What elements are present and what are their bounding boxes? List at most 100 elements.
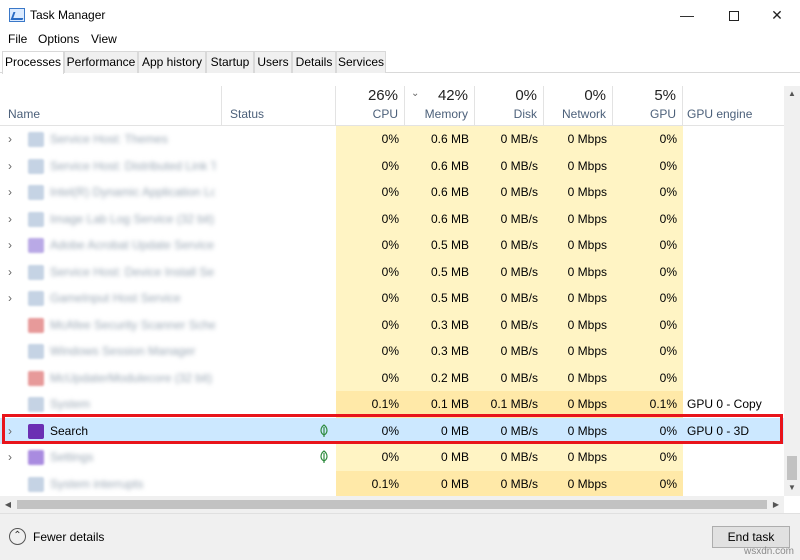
process-name: McAfee Security Scanner Sched... (50, 317, 215, 332)
process-row[interactable]: › GameInput Host Service 0% 0.5 MB 0 MB/… (0, 285, 784, 312)
minimize-button[interactable]: — (664, 0, 710, 30)
process-row[interactable]: System interrupts 0.1% 0 MB 0 MB/s 0 Mbp… (0, 470, 784, 497)
memory-value: 0.5 MB (405, 232, 475, 259)
gpu-value: 0% (613, 444, 683, 471)
process-icon (28, 476, 44, 492)
process-name: Windows Session Manager (50, 344, 196, 358)
chevron-up-icon[interactable]: ⌃ (9, 528, 26, 545)
tab-app-history[interactable]: App history (138, 51, 206, 73)
close-button[interactable]: ✕ (754, 0, 800, 30)
process-name: McUpdaterModulecore (32 bit) (50, 370, 213, 385)
gpu-value: 0% (613, 338, 683, 365)
disk-value: 0 MB/s (475, 285, 544, 312)
gpu-engine-label: GPU engine (687, 107, 753, 121)
process-row[interactable]: › Service Host: Themes 0% 0.6 MB 0 MB/s … (0, 126, 784, 153)
tab-performance[interactable]: Performance (64, 51, 138, 73)
disk-value: 0 MB/s (475, 311, 544, 338)
column-gpu[interactable]: 5% GPU (613, 86, 683, 126)
gpu-engine-value (687, 206, 784, 233)
memory-value: 0.5 MB (405, 285, 475, 312)
process-icon (28, 211, 44, 227)
process-icon (28, 185, 44, 200)
process-icon (28, 317, 44, 333)
scroll-right-icon[interactable]: ▶ (768, 496, 784, 513)
vertical-scrollbar[interactable]: ▲ ▼ (784, 86, 800, 496)
expand-chevron-icon[interactable]: › (8, 126, 12, 152)
column-gpu-engine[interactable]: GPU engine (683, 86, 784, 126)
expand-chevron-icon[interactable]: › (8, 259, 12, 285)
watermark: wsxdn.com (744, 546, 795, 557)
window-title: Task Manager (30, 8, 106, 22)
process-name: Service Host: Device Install Serv... (50, 264, 215, 279)
process-name: Settings (50, 450, 94, 464)
process-icon (28, 397, 44, 412)
column-status[interactable]: Status (222, 86, 336, 126)
network-value: 0 Mbps (544, 179, 613, 206)
cpu-label: CPU (372, 107, 398, 121)
menu-view[interactable]: View (91, 32, 117, 46)
tab-details[interactable]: Details (292, 51, 336, 73)
gpu-engine-value (687, 153, 784, 180)
gpu-engine-value (687, 126, 784, 153)
process-row[interactable]: › Adobe Acrobat Update Service (... 0% 0… (0, 232, 784, 259)
expand-chevron-icon[interactable]: › (8, 206, 12, 232)
gpu-engine-value (687, 365, 784, 392)
scroll-up-icon[interactable]: ▲ (784, 86, 800, 102)
memory-value: 0.3 MB (405, 338, 475, 365)
expand-chevron-icon[interactable]: › (8, 153, 12, 179)
process-row[interactable]: McUpdaterModulecore (32 bit) 0% 0.2 MB 0… (0, 364, 784, 392)
process-row[interactable]: › Intel(R) Dynamic Application Lo... 0% … (0, 179, 784, 206)
memory-value: 0.3 MB (405, 311, 475, 338)
expand-chevron-icon[interactable]: › (8, 232, 12, 258)
cpu-total: 26% (367, 87, 398, 104)
gpu-value: 0% (613, 470, 683, 496)
process-row[interactable]: › Service Host: Distributed Link Tr... 0… (0, 152, 784, 180)
menu-options[interactable]: Options (38, 32, 79, 46)
column-memory[interactable]: ⌄ 42% Memory (405, 86, 475, 126)
network-value: 0 Mbps (544, 152, 613, 179)
process-row[interactable]: › Settings 0% 0 MB 0 MB/s 0 Mbps 0% (0, 444, 784, 471)
memory-value: 0.6 MB (405, 126, 475, 153)
tab-processes[interactable]: Processes (2, 51, 64, 74)
fewer-details-link[interactable]: Fewer details (33, 530, 104, 544)
horizontal-scrollbar[interactable]: ◀ ▶ (0, 496, 784, 513)
gpu-engine-value (687, 471, 784, 497)
scroll-left-icon[interactable]: ◀ (0, 496, 16, 513)
horizontal-scroll-thumb[interactable] (17, 500, 767, 509)
column-name[interactable]: Name (0, 86, 222, 126)
process-icon (28, 291, 44, 306)
column-cpu[interactable]: 26% CPU (336, 86, 405, 126)
gpu-engine-value (687, 444, 784, 471)
disk-value: 0 MB/s (475, 258, 544, 285)
scroll-down-icon[interactable]: ▼ (784, 480, 800, 496)
cpu-value: 0.1% (336, 470, 405, 496)
gpu-engine-value (687, 285, 784, 312)
memory-value: 0 MB (405, 470, 475, 496)
menu-file[interactable]: File (8, 32, 27, 46)
tab-startup[interactable]: Startup (206, 51, 254, 73)
process-row[interactable]: › Service Host: Device Install Serv... 0… (0, 258, 784, 286)
maximize-button[interactable] (711, 0, 757, 30)
gpu-label: GPU (649, 107, 676, 121)
expand-chevron-icon[interactable]: › (8, 179, 12, 205)
column-disk[interactable]: 0% Disk (475, 86, 544, 126)
tab-services[interactable]: Services (336, 51, 386, 73)
gpu-engine-value (687, 259, 784, 286)
process-row[interactable]: McAfee Security Scanner Sched... 0% 0.3 … (0, 311, 784, 338)
expand-chevron-icon[interactable]: › (8, 285, 12, 311)
leaf-icon (320, 450, 328, 463)
expand-chevron-icon[interactable]: › (8, 444, 12, 470)
end-task-button[interactable]: End task (712, 526, 790, 548)
network-value: 0 Mbps (544, 364, 613, 391)
gpu-total: 5% (654, 87, 676, 104)
gpu-value: 0% (613, 232, 683, 259)
disk-value: 0 MB/s (475, 179, 544, 206)
process-row[interactable]: › Image Lab Log Service (32 bit) 0% 0.6 … (0, 205, 784, 233)
memory-value: 0.2 MB (405, 364, 475, 391)
memory-total: 42% (437, 87, 468, 104)
column-network[interactable]: 0% Network (544, 86, 613, 126)
tab-users[interactable]: Users (254, 51, 292, 73)
vertical-scroll-thumb[interactable] (787, 456, 797, 480)
process-row[interactable]: Windows Session Manager 0% 0.3 MB 0 MB/s… (0, 338, 784, 365)
memory-value: 0.6 MB (405, 205, 475, 232)
